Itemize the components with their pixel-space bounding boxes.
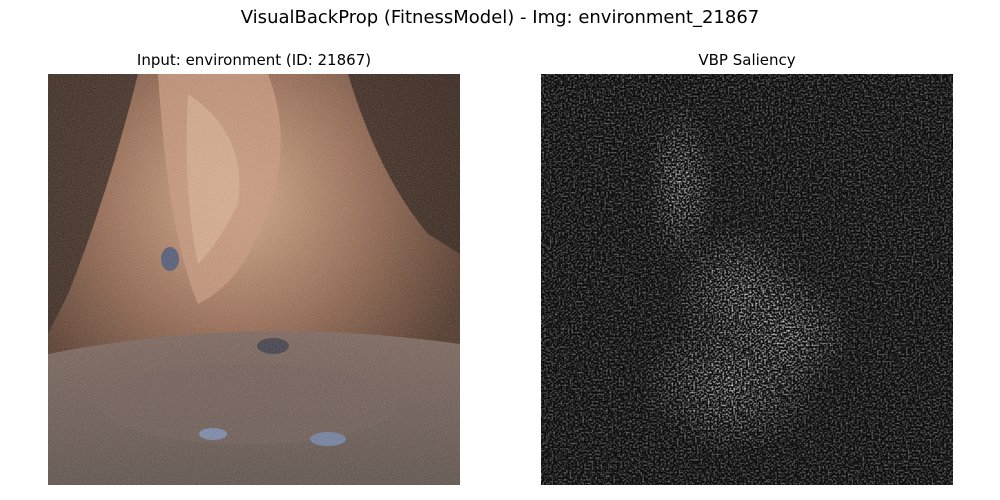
saliency-heatmap [541, 74, 953, 485]
input-panel-title: Input: environment (ID: 21867) [136, 51, 372, 69]
input-image [48, 74, 460, 485]
cave-photo [48, 74, 460, 485]
saliency-map [541, 74, 953, 485]
figure-title: VisualBackProp (FitnessModel) - Img: env… [240, 7, 760, 28]
saliency-panel-title: VBP Saliency [698, 51, 796, 69]
figure: VisualBackProp (FitnessModel) - Img: env… [0, 0, 1000, 500]
